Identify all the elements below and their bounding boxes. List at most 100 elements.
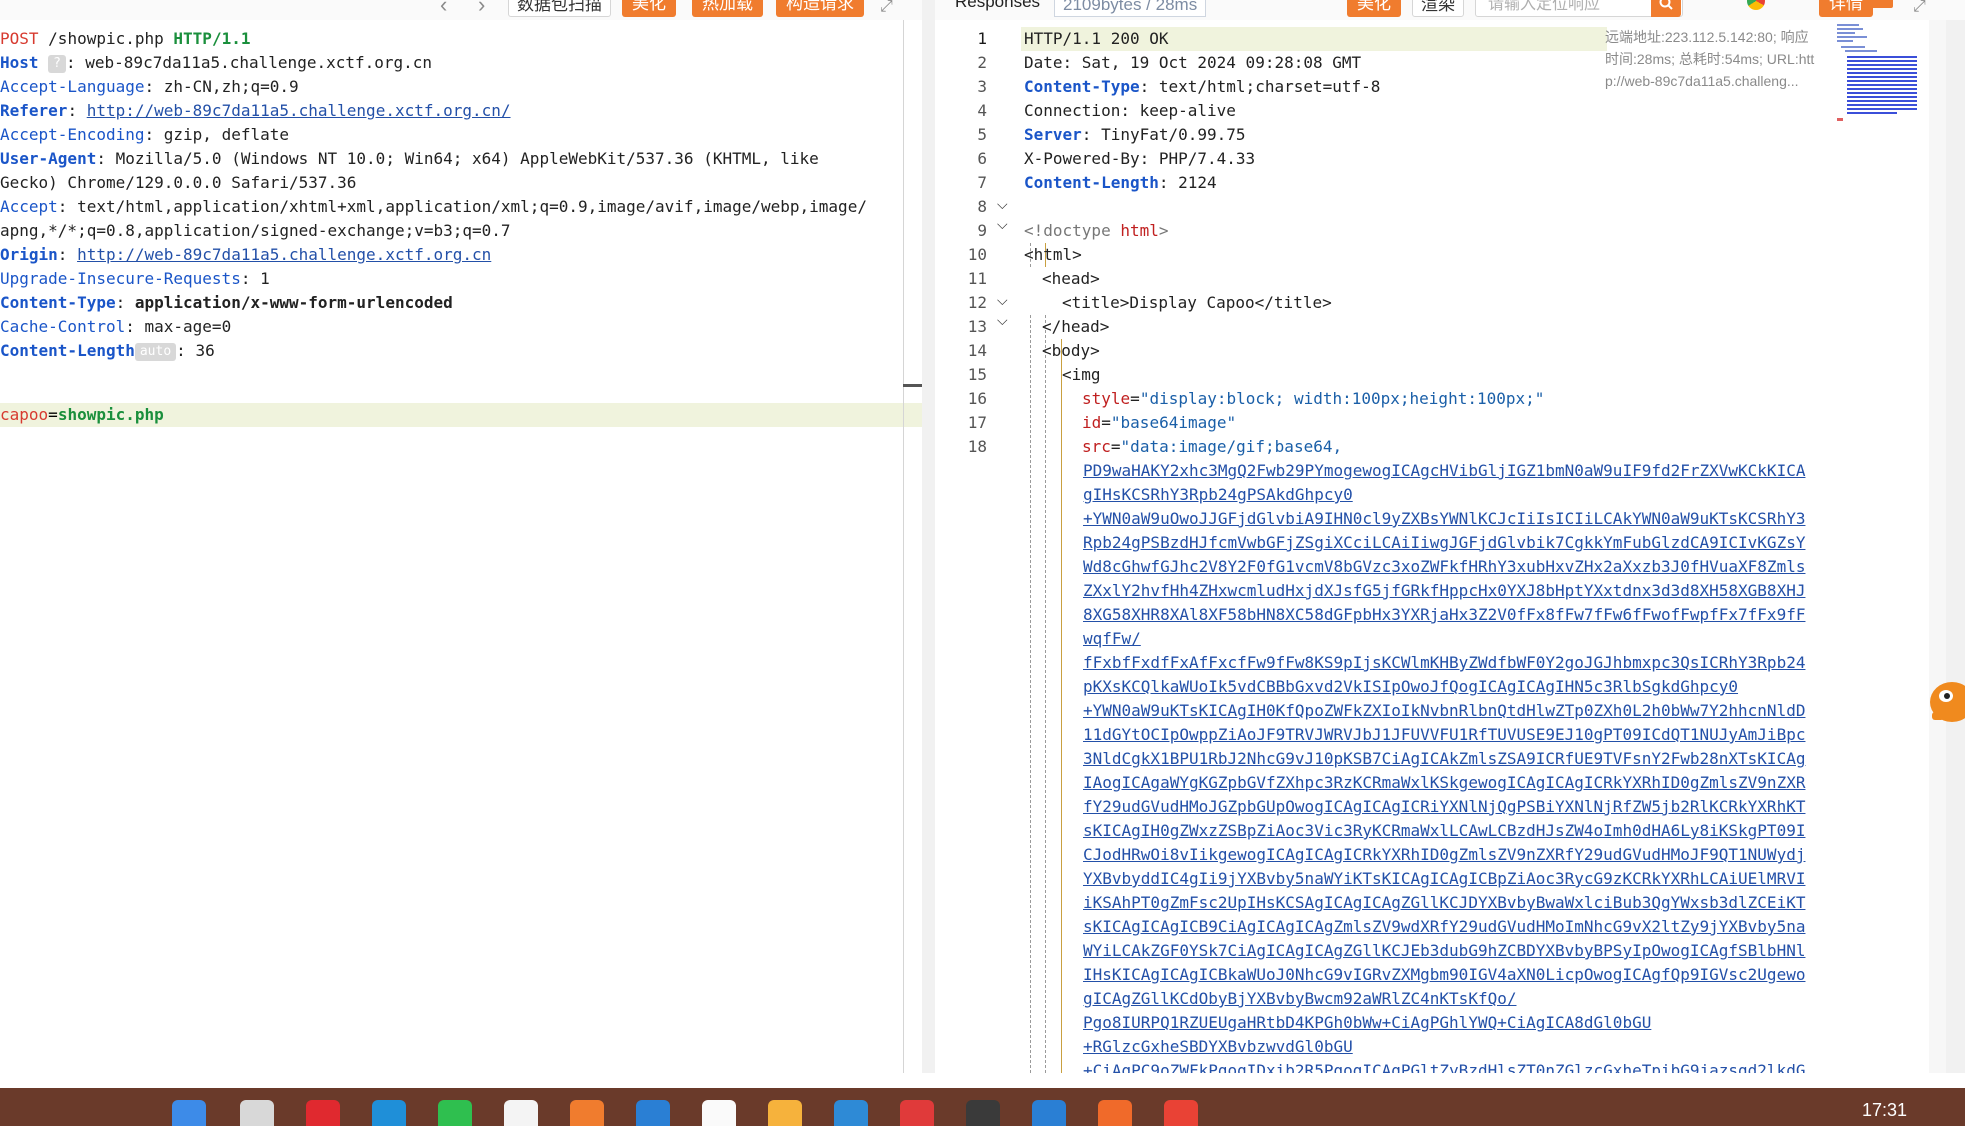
base64-line[interactable]: IAogICAgaWYgKGZpbGVfZXhpc3RzKCRmaWxlKSkg… bbox=[1083, 771, 1828, 795]
fold-chevron-icon[interactable]: ⌵ bbox=[997, 196, 1011, 213]
terminal-icon[interactable] bbox=[966, 1100, 1000, 1126]
origin-link[interactable]: http://web-89c7da11a5.challenge.xctf.org… bbox=[77, 245, 491, 264]
postman-icon[interactable] bbox=[1098, 1100, 1132, 1126]
base64-line[interactable]: ZXxlY2hvfHh4ZHxwcmludHxjdXJsfG5jfGRkfHpp… bbox=[1083, 579, 1828, 603]
base64-line[interactable]: iKSAhPT0gZmFsc2UpIHsKCSAgICAgICAgZGllKCJ… bbox=[1083, 891, 1828, 915]
response-scrollbar-track[interactable] bbox=[1929, 20, 1946, 1073]
base64-line[interactable]: Rpb24gPSBzdHJfcmVwbGFjZSgiXCciLCAiIiwgJG… bbox=[1083, 531, 1828, 555]
auto-chip[interactable]: auto bbox=[134, 343, 177, 361]
details-button[interactable]: 详情 bbox=[1819, 0, 1873, 17]
base64-data-block[interactable]: PD9waHAKY2xhc3MgQ2Fwb29PYmogewogICAgcHVi… bbox=[1083, 459, 1828, 1073]
base64-line[interactable]: +YWN0aW9uOwoJJGFjdGlvbiA9IHN0cl9yZXBsYWN… bbox=[1083, 507, 1828, 531]
base64-line[interactable]: +CiAgPC9oZWFkPgogIDxib2R5PgogICAgPGltZyB… bbox=[1083, 1059, 1828, 1073]
chrome-taskbar-icon[interactable] bbox=[1164, 1100, 1198, 1126]
line-number: 6 bbox=[977, 149, 987, 168]
doctype-line: <!doctype html> bbox=[1024, 221, 1169, 240]
chrome-icon[interactable] bbox=[1747, 0, 1765, 10]
base64-line[interactable]: PD9waHAKY2xhc3MgQ2Fwb29PYmogewogICAgcHVi… bbox=[1083, 459, 1828, 483]
line-number: 5 bbox=[977, 125, 987, 144]
edge-browser-icon[interactable] bbox=[372, 1100, 406, 1126]
request-scrollbar-thumb[interactable] bbox=[903, 384, 922, 387]
base64-line[interactable]: Pgo8IURPQ1RZUEUgaHRtbD4KPGh0bWw+CiAgPGhl… bbox=[1083, 1011, 1828, 1035]
notes-icon[interactable] bbox=[768, 1100, 802, 1126]
start-icon[interactable] bbox=[172, 1100, 206, 1126]
base64-line[interactable]: gICAgZGllKCdObyBjYXBvbyBwcm92aWRlZC4nKTs… bbox=[1083, 987, 1828, 1011]
forward-arrow-icon[interactable]: › bbox=[478, 0, 485, 16]
search-button[interactable] bbox=[1651, 0, 1681, 17]
search-icon bbox=[1659, 0, 1673, 10]
hot-load-button[interactable]: 热加载 bbox=[692, 0, 763, 17]
header-accept-cont: apng,*/*;q=0.8,application/signed-exchan… bbox=[0, 221, 511, 240]
request-toolbar: ‹ › 数据包扫描 美化 热加载 构造请求 ⤢ bbox=[0, 0, 922, 20]
referer-link[interactable]: http://web-89c7da11a5.challenge.xctf.org… bbox=[87, 101, 511, 120]
expand-icon[interactable]: ⤢ bbox=[1913, 0, 1926, 16]
header-referer: Referer: http://web-89c7da11a5.challenge… bbox=[0, 101, 511, 120]
back-arrow-icon[interactable]: ‹ bbox=[440, 0, 447, 16]
qq-icon[interactable] bbox=[504, 1100, 538, 1126]
request-editor[interactable]: POST /showpic.php HTTP/1.1 Host ?: web-8… bbox=[0, 20, 922, 1073]
response-viewer[interactable]: 1 2 3 4 5 6 7 8 9 10 11 12 13 14 15 16 17 18 ⌵ ⌵ ⌵ ⌵ HTTP… bbox=[935, 20, 1946, 1073]
base64-line[interactable]: pKXsKCQlkaWUoIk5vdCBBbGxvd2VkISIpOwoJfQo… bbox=[1083, 675, 1828, 699]
music-icon[interactable] bbox=[900, 1100, 934, 1126]
vscode-icon[interactable] bbox=[636, 1100, 670, 1126]
mascot-sticker-icon[interactable] bbox=[1922, 672, 1965, 734]
expand-icon[interactable]: ⤢ bbox=[880, 0, 893, 16]
remote-address-text: 远端地址:223.112.5.142:80; 响应 bbox=[1605, 29, 1809, 45]
typora-icon[interactable] bbox=[702, 1100, 736, 1126]
base64-line[interactable]: 3NldCgkX1BPU1RbJ2NhcG9vJ10pKSB7CiAgICAkZ… bbox=[1083, 747, 1828, 771]
code-minimap[interactable] bbox=[1837, 22, 1919, 122]
construct-request-button[interactable]: 构造请求 bbox=[776, 0, 864, 17]
request-body-line[interactable]: capoo=showpic.php bbox=[0, 403, 922, 427]
base64-line[interactable]: wqfFw/ bbox=[1083, 627, 1828, 651]
render-button[interactable]: 渲染 bbox=[1412, 0, 1464, 17]
timing-text: 时间:28ms; 总耗时:54ms; URL:htt bbox=[1605, 51, 1815, 67]
base64-line[interactable]: fFxbfFxdfFxAfFxcfFw9fFw8KS9pIjsKCWlmKHBy… bbox=[1083, 651, 1828, 675]
response-size-time: 2109bytes / 28ms bbox=[1054, 0, 1207, 17]
fold-chevron-icon[interactable]: ⌵ bbox=[997, 292, 1011, 309]
line-number: 9 bbox=[977, 221, 987, 240]
line-number: 14 bbox=[967, 341, 987, 360]
line-number: 4 bbox=[977, 101, 987, 120]
base64-line[interactable]: sKICAgICAgICB9CiAgICAgICAgZmlsZV9wdXRfY2… bbox=[1083, 915, 1828, 939]
base64-line[interactable]: +YWN0aW9uKTsKICAgIH0KfQpoZWFkZXIoIkNvbnR… bbox=[1083, 699, 1828, 723]
style-attr-line: style="display:block; width:100px;height… bbox=[1082, 389, 1545, 408]
header-host: Host ?: web-89c7da11a5.challenge.xctf.or… bbox=[0, 53, 433, 73]
file-explorer-icon[interactable] bbox=[240, 1100, 274, 1126]
host-hint-chip[interactable]: ? bbox=[48, 55, 66, 73]
base64-line[interactable]: WYiLCAkZGF0YSk7CiAgICAgICAgZGllKCJEb3dub… bbox=[1083, 939, 1828, 963]
base64-line[interactable]: YXBvbyddIC4gIi9jYXBvby5naWYiKTsKICAgICAg… bbox=[1083, 867, 1828, 891]
response-code[interactable]: HTTP/1.1 200 OK Date: Sat, 19 Oct 2024 0… bbox=[1024, 27, 1544, 459]
base64-line[interactable]: 11dGYtOCIpOwppZiAoJF9TRVJWRVJbJ1JFUVVFU1… bbox=[1083, 723, 1828, 747]
remote-desktop-icon[interactable] bbox=[834, 1100, 868, 1126]
beautify-request-button[interactable]: 美化 bbox=[622, 0, 676, 17]
header-accept-encoding: Accept-Encoding: gzip, deflate bbox=[0, 125, 289, 144]
base64-line[interactable]: fY29udGVudHMoJGZpbGUpOwogICAgICAgICRiYXN… bbox=[1083, 795, 1828, 819]
line-number: 7 bbox=[977, 173, 987, 192]
fold-chevron-icon[interactable]: ⌵ bbox=[997, 312, 1011, 329]
base64-line[interactable]: 8XG58XHR8XAl8XF58bHN8XC58dGFpbHx3YXRjaHx… bbox=[1083, 603, 1828, 627]
resp-header-date: Date: Sat, 19 Oct 2024 09:28:08 GMT bbox=[1024, 53, 1362, 72]
base64-line[interactable]: sKICAgIH0gZWxzZSBpZiAoc3Vic3RyKCRmaWxlLC… bbox=[1083, 819, 1828, 843]
request-text[interactable]: POST /showpic.php HTTP/1.1 Host ?: web-8… bbox=[0, 27, 905, 363]
header-user-agent-cont: Gecko) Chrome/129.0.0.0 Safari/537.36 bbox=[0, 173, 357, 192]
wechat-icon[interactable] bbox=[438, 1100, 472, 1126]
wps-icon[interactable] bbox=[306, 1100, 340, 1126]
shield-icon[interactable] bbox=[1871, 0, 1893, 8]
base64-line[interactable]: gIHsKCSRhY3Rpb24gPSAkdGhpcy0 bbox=[1083, 483, 1828, 507]
line-number: 12 bbox=[967, 293, 987, 312]
fold-chevron-icon[interactable]: ⌵ bbox=[997, 216, 1011, 233]
line-number: 13 bbox=[967, 317, 987, 336]
base64-line[interactable]: Wd8cGhwfGJhc2V8Y2F0fG1vcmV8bGVzc3xoZWFkf… bbox=[1083, 555, 1828, 579]
base64-line[interactable]: +RGlzcGxheSBDYXBvbzwvdGl0bGU bbox=[1083, 1035, 1828, 1059]
base64-line[interactable]: CJodHRwOi8vIikgewogICAgICAgICRkYXRhID0gZ… bbox=[1083, 843, 1828, 867]
header-cache-control: Cache-Control: max-age=0 bbox=[0, 317, 232, 336]
header-user-agent: User-Agent: Mozilla/5.0 (Windows NT 10.0… bbox=[0, 149, 819, 168]
feishu-icon[interactable] bbox=[1032, 1100, 1066, 1126]
app-orange-icon[interactable] bbox=[570, 1100, 604, 1126]
beautify-response-button[interactable]: 美化 bbox=[1347, 0, 1401, 17]
img-open-line: <img bbox=[1062, 365, 1101, 384]
packet-scan-button[interactable]: 数据包扫描 bbox=[508, 0, 611, 17]
taskbar-clock[interactable]: 17:31 bbox=[1862, 1100, 1907, 1121]
base64-line[interactable]: IHsKICAgICAgICBkaWUoJ0NhcG9vIGRvZXMgbm90… bbox=[1083, 963, 1828, 987]
